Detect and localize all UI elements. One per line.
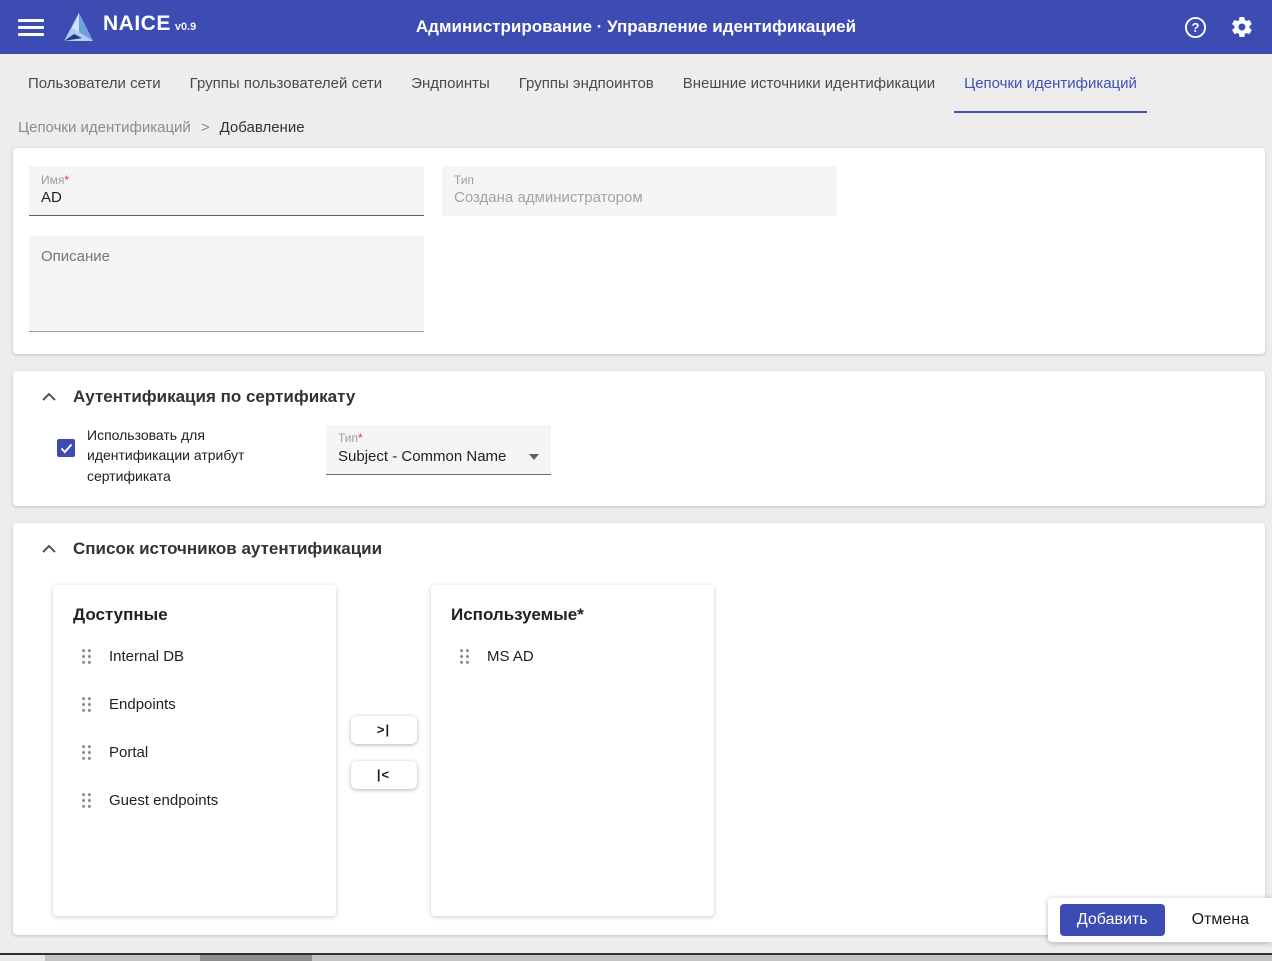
cancel-button[interactable]: Отмена (1192, 911, 1249, 929)
app-window: NAICE v0.9 Администрирование · Управлени… (0, 0, 1272, 961)
top-bar: NAICE v0.9 Администрирование · Управлени… (0, 0, 1272, 54)
certificate-auth-card: Аутентификация по сертификату Использова… (13, 371, 1265, 506)
used-list-title: Используемые* (449, 605, 714, 625)
breadcrumb-current: Добавление (220, 119, 305, 136)
source-item[interactable]: Guest endpoints (71, 777, 336, 825)
type-select-label: Тип (338, 431, 358, 445)
settings-gear-icon[interactable] (1230, 15, 1254, 39)
collapse-chevron-icon[interactable] (41, 544, 57, 554)
auth-sources-title: Список источников аутентификации (73, 539, 382, 559)
name-field-label: Имя (41, 173, 64, 187)
tab-endpoints[interactable]: Эндпоинты (401, 54, 500, 113)
source-item[interactable]: Endpoints (71, 681, 336, 729)
source-item-label: Guest endpoints (109, 792, 218, 809)
available-sources-list: Доступные Internal DB (53, 585, 336, 916)
tab-network-user-groups[interactable]: Группы пользователей сети (180, 54, 393, 113)
horizontal-scrollbar[interactable] (0, 955, 1272, 961)
type-field-label: Тип (454, 173, 474, 187)
app-version: v0.9 (175, 21, 196, 33)
drag-handle-icon[interactable] (459, 648, 470, 665)
app-name: NAICE (103, 12, 171, 36)
required-asterisk: * (64, 173, 69, 187)
breadcrumb-parent[interactable]: Цепочки идентификаций (18, 119, 191, 136)
tab-bar: Пользователи сети Группы пользователей с… (0, 54, 1272, 113)
scrollbar-thumb[interactable] (200, 955, 312, 961)
drag-handle-icon[interactable] (81, 648, 92, 665)
description-placeholder: Описание (41, 248, 412, 265)
available-list-title: Доступные (71, 605, 336, 625)
app-logo: NAICE v0.9 (62, 12, 196, 43)
auth-sources-card: Список источников аутентификации Доступн… (13, 523, 1265, 935)
chain-form-card: Имя* AD Тип Создана администратором Опис… (13, 148, 1265, 354)
source-item-label: Internal DB (109, 648, 184, 665)
source-item[interactable]: MS AD (449, 633, 714, 681)
scrollbar-corner (0, 955, 45, 961)
use-cert-attribute-checkbox[interactable]: Использовать для идентификации атрибут с… (57, 425, 295, 486)
tab-identity-chains[interactable]: Цепочки идентификаций (954, 54, 1147, 113)
help-icon[interactable]: ? (1183, 15, 1208, 40)
svg-text:?: ? (1192, 19, 1200, 34)
source-item-label: Portal (109, 744, 148, 761)
certificate-auth-title: Аутентификация по сертификату (73, 387, 355, 407)
page-title: Администрирование · Управление идентифик… (416, 17, 856, 37)
source-item-label: MS AD (487, 648, 534, 665)
drag-handle-icon[interactable] (81, 696, 92, 713)
add-button[interactable]: Добавить (1060, 904, 1165, 936)
type-select-value: Subject - Common Name (338, 448, 506, 465)
transfer-controls: >| |< (336, 585, 431, 916)
source-item-label: Endpoints (109, 696, 176, 713)
name-field[interactable]: Имя* AD (29, 166, 424, 216)
available-items: Internal DB Endpoints (71, 633, 336, 825)
drag-handle-icon[interactable] (81, 744, 92, 761)
cert-attribute-type-select[interactable]: Тип* Subject - Common Name (326, 425, 551, 475)
type-field-placeholder: Создана администратором (454, 189, 825, 206)
used-items: MS AD (449, 633, 714, 681)
drag-handle-icon[interactable] (81, 792, 92, 809)
type-field: Тип Создана администратором (442, 166, 837, 216)
description-field[interactable]: Описание (29, 236, 424, 332)
dropdown-arrow-icon (529, 454, 539, 460)
required-asterisk: * (358, 431, 363, 445)
breadcrumb: Цепочки идентификаций > Добавление (0, 113, 1272, 148)
collapse-chevron-icon[interactable] (41, 392, 57, 402)
source-item[interactable]: Internal DB (71, 633, 336, 681)
breadcrumb-separator: > (201, 119, 210, 136)
tab-endpoint-groups[interactable]: Группы эндпоинтов (509, 54, 664, 113)
action-bar: Добавить Отмена (1048, 898, 1272, 942)
move-all-left-button[interactable]: |< (351, 761, 417, 789)
tab-external-identity-sources[interactable]: Внешние источники идентификации (673, 54, 945, 113)
logo-triangle-icon (62, 12, 95, 43)
source-item[interactable]: Portal (71, 729, 336, 777)
menu-icon[interactable] (18, 19, 44, 36)
name-field-value: AD (41, 189, 412, 206)
checkbox-checked-icon[interactable] (57, 439, 75, 457)
tab-network-users[interactable]: Пользователи сети (18, 54, 171, 113)
move-all-right-button[interactable]: >| (351, 716, 417, 744)
checkbox-label: Использовать для идентификации атрибут с… (87, 425, 295, 486)
used-sources-list: Используемые* MS AD (431, 585, 714, 916)
